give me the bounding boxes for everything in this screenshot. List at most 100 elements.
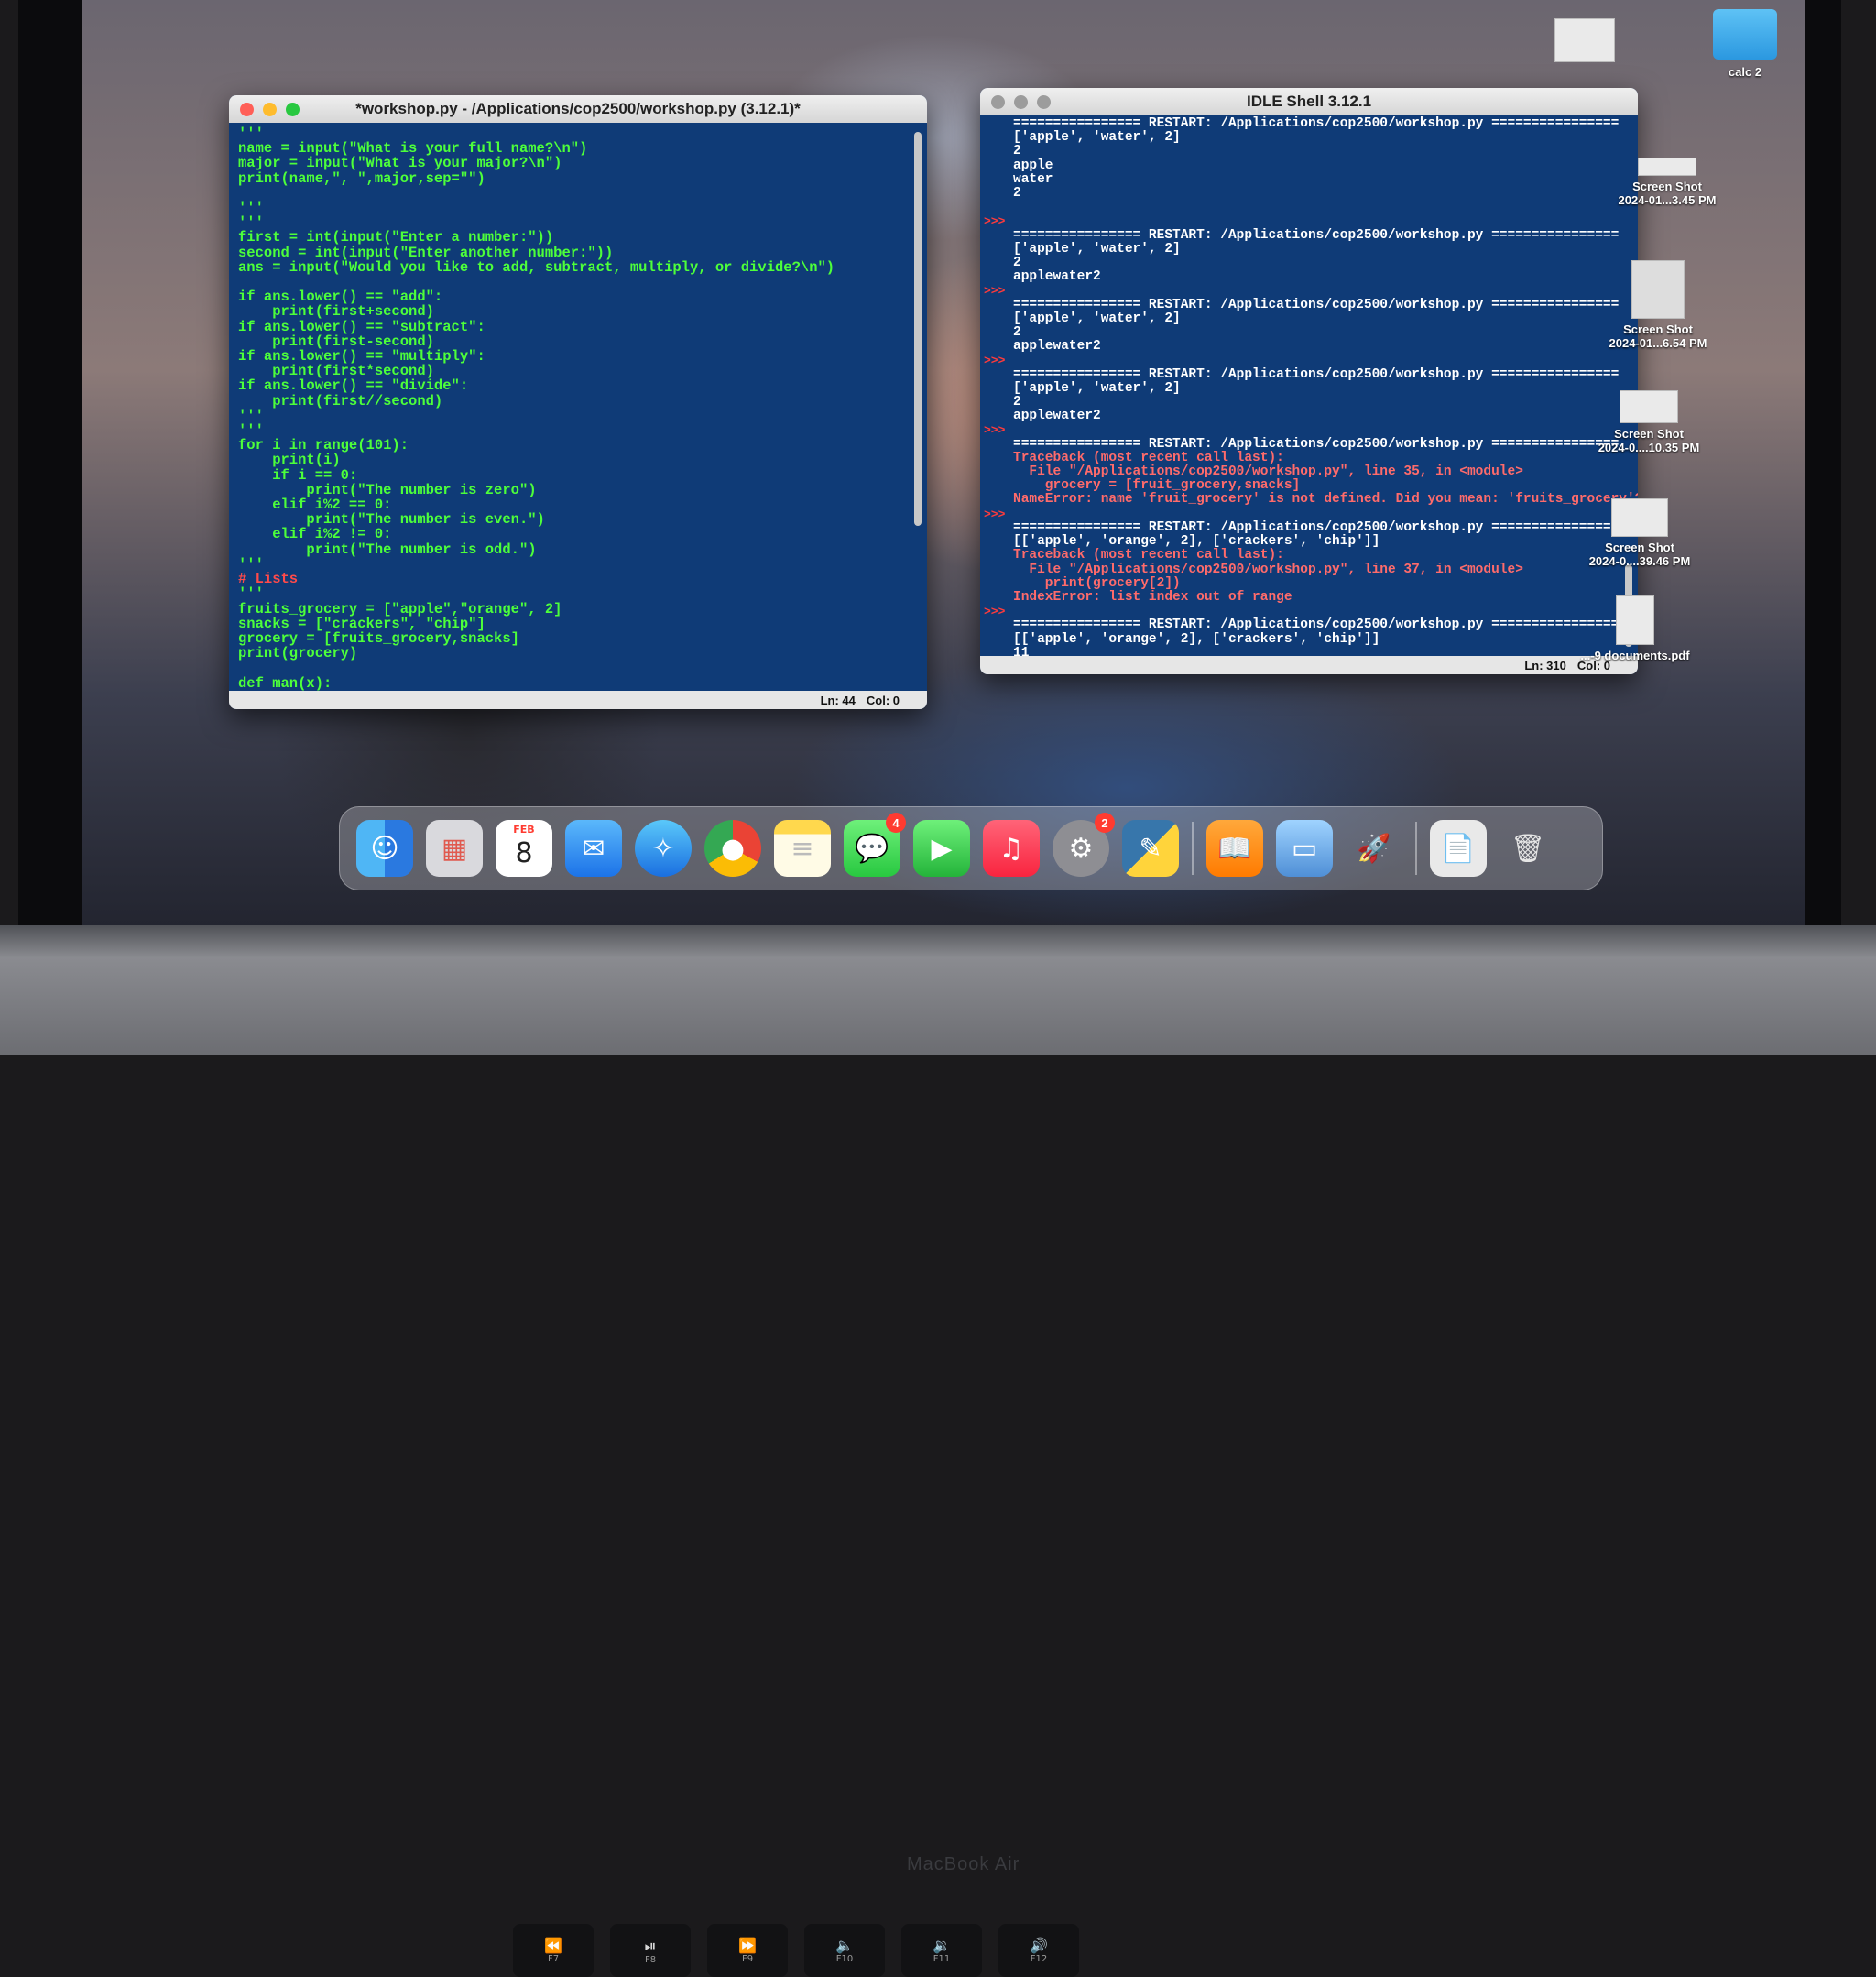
code-line: ''' — [238, 422, 264, 440]
close-button[interactable] — [240, 103, 254, 116]
rocket-icon[interactable]: 🚀 — [1346, 820, 1402, 877]
messages-badge: 4 — [886, 813, 906, 833]
chrome-icon[interactable]: ● — [704, 820, 761, 877]
desktop-file[interactable] — [1548, 18, 1621, 66]
key-label: F8 — [644, 1954, 657, 1965]
shell-prompt: >>> — [984, 605, 1006, 618]
shell-prompt: >>> — [984, 507, 1006, 521]
screenshot-label-line1: Screen Shot — [1632, 180, 1702, 193]
code-line: elif i%2 == 0: — [238, 497, 392, 514]
prompt-gutter: >>>>>>>>>>>>>>>>>>>>> — [980, 115, 1008, 673]
books-icon[interactable]: 📖 — [1206, 820, 1263, 877]
shell-statusbar: Ln: 310 Col: 0 — [980, 656, 1638, 674]
function-key[interactable]: ⏩ F9 — [707, 1924, 788, 1977]
shell-error-line: IndexError: list index out of range — [1013, 589, 1292, 605]
folder-icon — [1713, 9, 1777, 60]
line-indicator: Ln: 44 — [820, 693, 856, 707]
python-document-icon[interactable]: 📄 — [1430, 820, 1487, 877]
function-key[interactable]: ⏪ F7 — [513, 1924, 594, 1977]
pdf-label: ...-9 documents.pdf — [1580, 649, 1690, 662]
desktop-pdf[interactable]: ...-9 documents.pdf — [1566, 595, 1704, 662]
shell-output-line — [1013, 214, 1625, 228]
editor-statusbar: Ln: 44 Col: 0 — [229, 691, 927, 709]
code-line: print(first+second) — [238, 303, 434, 321]
shell-output-line: 2 — [1013, 325, 1021, 341]
mail-icon[interactable]: ✉ — [565, 820, 622, 877]
editor-title: *workshop.py - /Applications/cop2500/wor… — [355, 100, 801, 117]
minimize-button[interactable] — [1014, 95, 1028, 109]
screenshot-thumbnail-icon — [1611, 498, 1668, 537]
shell-titlebar[interactable]: IDLE Shell 3.12.1 — [980, 88, 1638, 115]
function-key[interactable]: ⏯ F8 — [610, 1924, 691, 1977]
function-key[interactable]: 🔉 F11 — [901, 1924, 982, 1977]
shell-output-line: ['apple', 'water', 2] — [1013, 380, 1181, 396]
desktop-screenshot[interactable]: Screen Shot 2024-0....39.46 PM — [1576, 498, 1704, 568]
screenshot-label-line1: Screen Shot — [1623, 322, 1693, 336]
shell-output-line — [1013, 605, 1625, 618]
shell-error-line: File "/Applications/cop2500/workshop.py"… — [1013, 562, 1523, 577]
shell-error-line: Traceback (most recent call last): — [1013, 450, 1284, 465]
key-glyph-icon: 🔈 — [835, 1937, 854, 1954]
calendar-icon[interactable]: FEB 8 — [496, 820, 552, 877]
code-line: if i == 0: — [238, 466, 358, 484]
dock-separator — [1192, 822, 1194, 875]
notes-icon[interactable]: ≡ — [774, 820, 831, 877]
key-glyph-icon: ⏯ — [644, 1936, 657, 1954]
shell-prompt: >>> — [984, 354, 1006, 368]
finder-icon[interactable]: ☺ — [356, 820, 413, 877]
shell-output-line: ['apple', 'water', 2] — [1013, 311, 1181, 326]
function-key[interactable]: 🔈 F10 — [804, 1924, 885, 1977]
messages-icon[interactable]: 💬 4 — [844, 813, 906, 877]
code-line: ''' — [238, 555, 264, 573]
launchpad-icon[interactable]: ▦ — [426, 820, 483, 877]
zoom-button[interactable] — [1037, 95, 1051, 109]
code-line: print("The number is zero") — [238, 481, 537, 498]
shell-output-line: ['apple', 'water', 2] — [1013, 241, 1181, 257]
desktop-screenshot[interactable]: Screen Shot 2024-01...3.45 PM — [1603, 158, 1731, 207]
shell-output-line: ['apple', 'water', 2] — [1013, 130, 1181, 146]
code-line: print(first*second) — [238, 363, 434, 380]
python-launcher-icon[interactable]: ✎ — [1122, 820, 1179, 877]
desktop-screenshot[interactable]: Screen Shot 2024-0....10.35 PM — [1585, 390, 1713, 454]
key-glyph-icon: 🔉 — [933, 1937, 951, 1954]
close-button[interactable] — [991, 95, 1005, 109]
folder-label: calc 2 — [1728, 65, 1762, 79]
facetime-icon[interactable]: ▶ — [913, 820, 970, 877]
zoom-button[interactable] — [286, 103, 300, 116]
pdf-document-icon — [1616, 595, 1654, 645]
trash-icon[interactable]: 🗑 — [1500, 820, 1556, 877]
code-line: if ans.lower() == "subtract": — [238, 318, 485, 335]
shell-output-line: apple — [1013, 158, 1053, 173]
safari-icon[interactable]: ✧ — [635, 820, 692, 877]
system-settings-icon[interactable]: ⚙ 2 — [1053, 813, 1115, 877]
shell-error-line: Traceback (most recent call last): — [1013, 548, 1284, 563]
shell-window[interactable]: IDLE Shell 3.12.1 >>>>>>>>>>>>>>>>>>>>> … — [980, 88, 1638, 674]
key-label: F11 — [933, 1954, 951, 1964]
key-glyph-icon: ⏩ — [738, 1937, 757, 1954]
screenshot-thumbnail-icon — [1638, 158, 1696, 176]
desktop-screenshot[interactable]: Screen Shot 2024-01...6.54 PM — [1594, 260, 1722, 350]
editor-window[interactable]: *workshop.py - /Applications/cop2500/wor… — [229, 95, 927, 709]
code-line: # Lists — [238, 571, 299, 588]
code-line: ''' — [238, 407, 264, 424]
editor-titlebar[interactable]: *workshop.py - /Applications/cop2500/wor… — [229, 95, 927, 123]
code-line: ''' — [238, 200, 264, 217]
code-line: snacks = ["crackers", "chip"] — [238, 615, 485, 632]
desktop-folder[interactable]: calc 2 — [1695, 9, 1795, 79]
screenshot-label-line2: 2024-01...6.54 PM — [1609, 336, 1707, 350]
music-icon[interactable]: ♫ — [983, 820, 1040, 877]
code-editor[interactable]: ''' name = input("What is your full name?… — [229, 123, 927, 709]
preview-icon[interactable]: ▭ — [1276, 820, 1333, 877]
code-line: fruits_grocery = ["apple","orange", 2] — [238, 600, 562, 617]
shell-output-line: 2 — [1013, 186, 1021, 202]
key-glyph-icon: ⏪ — [544, 1937, 562, 1954]
code-line: print(name,", ",major,sep="") — [238, 169, 485, 187]
function-key[interactable]: 🔊 F12 — [998, 1924, 1079, 1977]
code-line: print(first-second) — [238, 333, 434, 350]
shell-output-line — [1013, 423, 1625, 437]
shell-output-line: [['apple', 'orange', 2], ['crackers', 'c… — [1013, 631, 1380, 647]
editor-scrollbar[interactable] — [914, 132, 922, 526]
minimize-button[interactable] — [263, 103, 277, 116]
shell-output[interactable]: ================ RESTART: /Applications/… — [1013, 116, 1638, 661]
